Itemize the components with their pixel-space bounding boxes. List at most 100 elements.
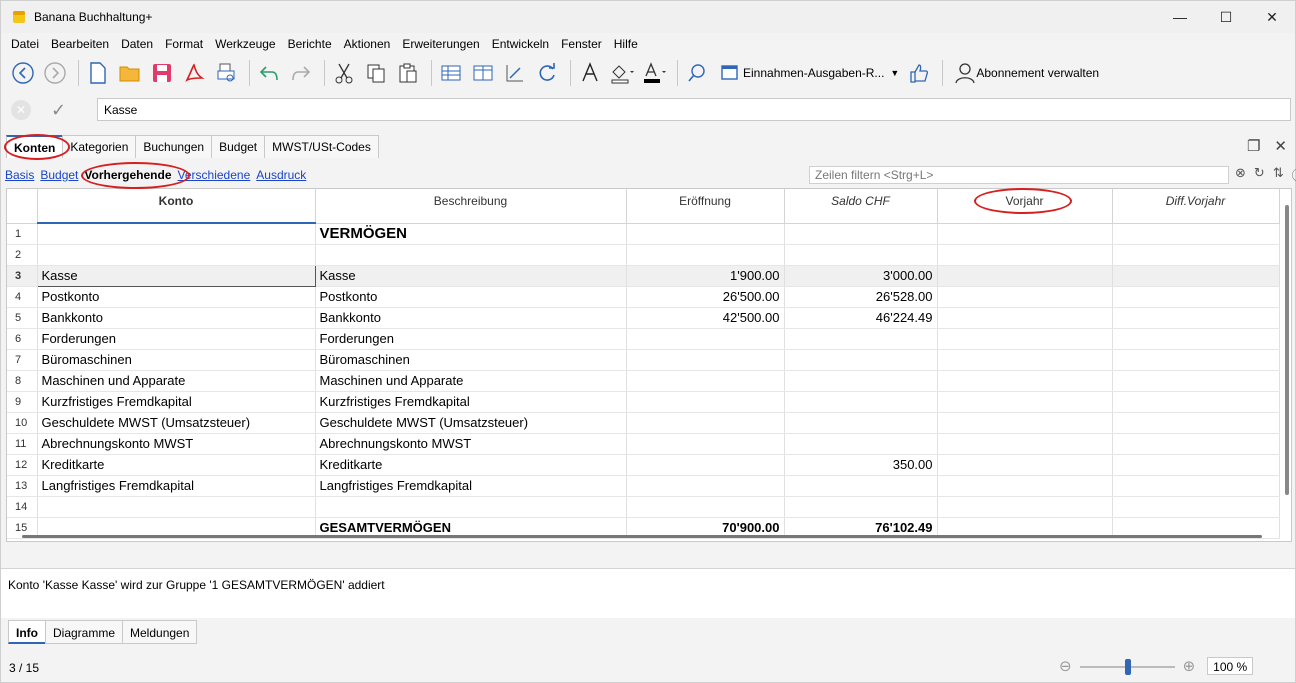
menu-format[interactable]: Format xyxy=(159,37,209,51)
cell-diff-vorjahr[interactable] xyxy=(1112,307,1280,329)
view-ausdruck[interactable]: Ausdruck xyxy=(256,168,306,182)
cell-vorjahr[interactable] xyxy=(937,307,1113,329)
cell-beschreibung[interactable]: Langfristiges Fremdkapital xyxy=(315,475,627,497)
undo-icon[interactable] xyxy=(255,59,283,87)
open-folder-icon[interactable] xyxy=(116,59,144,87)
table-row[interactable]: 4 Postkonto Postkonto 26'500.00 26'528.00 xyxy=(7,286,1280,308)
forward-icon[interactable] xyxy=(41,59,69,87)
cell-konto[interactable]: Langfristiges Fremdkapital xyxy=(37,475,316,497)
cell-konto[interactable]: Bankkonto xyxy=(37,307,316,329)
view-verschiedene[interactable]: Verschiedene xyxy=(178,168,251,182)
cell-vorjahr[interactable] xyxy=(937,223,1113,245)
thumbs-up-icon[interactable] xyxy=(905,59,933,87)
cell-vorjahr[interactable] xyxy=(937,265,1113,287)
print-preview-icon[interactable] xyxy=(212,59,240,87)
menu-entwickeln[interactable]: Entwickeln xyxy=(486,37,555,51)
save-icon[interactable] xyxy=(148,59,176,87)
cell-vorjahr[interactable] xyxy=(937,370,1113,392)
subscription-button[interactable]: Abonnement verwalten xyxy=(954,62,1099,84)
vertical-scrollbar[interactable] xyxy=(1285,205,1289,495)
cell-konto[interactable]: Forderungen xyxy=(37,328,316,350)
cell-vorjahr[interactable] xyxy=(937,391,1113,413)
horizontal-scrollbar[interactable] xyxy=(22,535,1262,538)
cell-diff-vorjahr[interactable] xyxy=(1112,244,1280,266)
menu-fenster[interactable]: Fenster xyxy=(555,37,608,51)
zoom-level-field[interactable]: 100 % xyxy=(1207,657,1254,675)
cell-beschreibung[interactable]: Kreditkarte xyxy=(315,454,627,476)
cell-diff-vorjahr[interactable] xyxy=(1112,412,1280,434)
insert-rows-icon[interactable] xyxy=(437,59,465,87)
cell-konto[interactable]: Büromaschinen xyxy=(37,349,316,371)
font-icon[interactable] xyxy=(576,59,604,87)
minimize-button[interactable]: — xyxy=(1157,1,1203,33)
cell-konto[interactable]: Kurzfristiges Fremdkapital xyxy=(37,391,316,413)
cell-diff-vorjahr[interactable] xyxy=(1112,265,1280,287)
row-filter-input[interactable]: Zeilen filtern <Strg+L> xyxy=(809,166,1229,184)
cell-konto[interactable]: Kreditkarte xyxy=(37,454,316,476)
cell-vorjahr[interactable] xyxy=(937,475,1113,497)
cell-saldo[interactable]: 26'528.00 xyxy=(784,286,938,308)
table-row[interactable]: 10 Geschuldete MWST (Umsatzsteuer) Geschul… xyxy=(7,412,1280,434)
cell-eroeffnung[interactable] xyxy=(626,454,785,476)
cell-diff-vorjahr[interactable] xyxy=(1112,496,1280,518)
table-row[interactable]: 14 xyxy=(7,496,1280,518)
cell-diff-vorjahr[interactable] xyxy=(1112,370,1280,392)
zoom-thumb[interactable] xyxy=(1124,659,1131,675)
cell-saldo[interactable] xyxy=(784,349,938,371)
help-icon[interactable]: ⓘ xyxy=(1292,165,1296,184)
fill-color-icon[interactable] xyxy=(608,59,636,87)
maximize-button[interactable]: ☐ xyxy=(1203,1,1249,33)
layout-combo[interactable]: Einnahmen-Ausgaben-R... ▼ xyxy=(715,60,903,86)
menu-erweiterungen[interactable]: Erweiterungen xyxy=(396,37,485,51)
cell-diff-vorjahr[interactable] xyxy=(1112,454,1280,476)
table-row[interactable]: 8 Maschinen und Apparate Maschinen und App… xyxy=(7,370,1280,392)
cell-eroeffnung[interactable] xyxy=(626,244,785,266)
cell-vorjahr[interactable] xyxy=(937,496,1113,518)
menu-hilfe[interactable]: Hilfe xyxy=(608,37,644,51)
column-header-eroeffnung[interactable]: Eröffnung xyxy=(626,189,785,224)
cell-beschreibung[interactable]: Kurzfristiges Fremdkapital xyxy=(315,391,627,413)
cell-saldo[interactable]: 350.00 xyxy=(784,454,938,476)
cell-saldo[interactable] xyxy=(784,244,938,266)
column-header-vorjahr[interactable]: Vorjahr xyxy=(937,189,1113,224)
column-header-konto[interactable]: Konto xyxy=(37,189,316,224)
cell-beschreibung[interactable]: Bankkonto xyxy=(315,307,627,329)
cell-eroeffnung[interactable]: 42'500.00 xyxy=(626,307,785,329)
restore-window-icon[interactable]: ❐ xyxy=(1247,137,1260,155)
cell-vorjahr[interactable] xyxy=(937,328,1113,350)
tab-budget[interactable]: Budget xyxy=(211,135,266,158)
table-row[interactable]: 6 Forderungen Forderungen xyxy=(7,328,1280,350)
cell-saldo[interactable] xyxy=(784,328,938,350)
cell-konto[interactable]: Maschinen und Apparate xyxy=(37,370,316,392)
menu-datei[interactable]: Datei xyxy=(5,37,45,51)
cell-eroeffnung[interactable]: 1'900.00 xyxy=(626,265,785,287)
cell-eroeffnung[interactable] xyxy=(626,391,785,413)
cell-beschreibung[interactable] xyxy=(315,244,627,266)
cell-diff-vorjahr[interactable] xyxy=(1112,433,1280,455)
cell-beschreibung[interactable]: Postkonto xyxy=(315,286,627,308)
cell-beschreibung[interactable] xyxy=(315,496,627,518)
cell-diff-vorjahr[interactable] xyxy=(1112,475,1280,497)
cell-vorjahr[interactable] xyxy=(937,433,1113,455)
table-row[interactable]: 2 xyxy=(7,244,1280,266)
cell-konto[interactable] xyxy=(37,223,316,245)
cell-eroeffnung[interactable] xyxy=(626,475,785,497)
menu-werkzeuge[interactable]: Werkzeuge xyxy=(209,37,281,51)
cell-konto[interactable]: Kasse xyxy=(36,264,316,287)
cell-konto[interactable]: Geschuldete MWST (Umsatzsteuer) xyxy=(37,412,316,434)
cell-saldo[interactable] xyxy=(784,391,938,413)
table-row[interactable]: 12 Kreditkarte Kreditkarte 350.00 xyxy=(7,454,1280,476)
cell-eroeffnung[interactable] xyxy=(626,433,785,455)
close-window-button[interactable]: ✕ xyxy=(1249,1,1295,33)
table-row[interactable]: 5 Bankkonto Bankkonto 42'500.00 46'224.49 xyxy=(7,307,1280,329)
cell-saldo[interactable]: 3'000.00 xyxy=(784,265,938,287)
cell-vorjahr[interactable] xyxy=(937,412,1113,434)
cell-konto[interactable]: Postkonto xyxy=(37,286,316,308)
cell-edit-field[interactable]: Kasse xyxy=(97,98,1291,121)
cell-diff-vorjahr[interactable] xyxy=(1112,349,1280,371)
confirm-edit-icon[interactable]: ✓ xyxy=(51,100,77,121)
menu-daten[interactable]: Daten xyxy=(115,37,159,51)
new-file-icon[interactable] xyxy=(84,59,112,87)
chart-edit-icon[interactable] xyxy=(501,59,529,87)
search-icon[interactable] xyxy=(683,59,711,87)
